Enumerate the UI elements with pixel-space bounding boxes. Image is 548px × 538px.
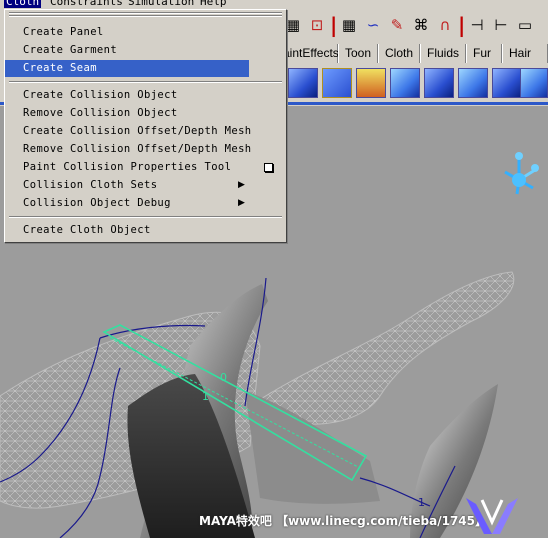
frame-in-icon[interactable]: ⊣: [466, 14, 488, 36]
menu-item-create-seam[interactable]: Create Seam: [5, 60, 249, 77]
horseshoe-magnet-icon[interactable]: ∩: [434, 14, 456, 36]
cloth-grid-shelf-icon[interactable]: [322, 68, 352, 98]
toolbar-separator: |: [458, 13, 466, 37]
tab-cloth[interactable]: Cloth: [378, 44, 420, 63]
status-line-toolbar: ▦ ⊡ | ▦ ∽ ✎ ⌘ ∩ | ⊣ ⊢ ▭: [280, 10, 548, 40]
frame-out-icon[interactable]: ⊢: [490, 14, 512, 36]
menu-tearoff[interactable]: [9, 12, 282, 14]
shelf-icons: [280, 64, 548, 102]
menu-item-collision-object-debug[interactable]: Collision Object Debug ▶: [5, 195, 286, 212]
cloth-shelf-icon[interactable]: [288, 68, 318, 98]
tab-fluids[interactable]: Fluids: [420, 44, 466, 63]
menu-tearoff[interactable]: [9, 15, 282, 17]
brush-icon[interactable]: ⌘: [410, 14, 432, 36]
tab-hair[interactable]: Hair: [502, 44, 548, 63]
cloth-dropdown-menu: Create Panel Create Garment Create Seam …: [4, 9, 287, 243]
grid-icon[interactable]: ▦: [338, 14, 360, 36]
tab-toon[interactable]: Toon: [338, 44, 378, 63]
menu-divider: [9, 216, 282, 218]
menu-item-paint-collision-tool[interactable]: Paint Collision Properties Tool: [5, 159, 286, 176]
menu-item-remove-collision-offset[interactable]: Remove Collision Offset/Depth Mesh: [5, 141, 286, 158]
cloth-panel-shelf-icon[interactable]: [390, 68, 420, 98]
cloth-seam-shelf-icon[interactable]: [424, 68, 454, 98]
view-axis-icon[interactable]: [504, 152, 539, 195]
menu-item-collision-cloth-sets[interactable]: Collision Cloth Sets ▶: [5, 177, 286, 194]
submenu-arrow-icon: ▶: [238, 198, 246, 208]
option-box-icon[interactable]: [264, 163, 273, 172]
seam-label-1: 1: [202, 390, 209, 403]
watermark-logo-icon: [466, 498, 518, 534]
s-curve-icon[interactable]: ∽: [362, 14, 384, 36]
menu-item-create-collision-offset[interactable]: Create Collision Offset/Depth Mesh: [5, 123, 286, 140]
menu-simulation[interactable]: Simulation: [128, 0, 194, 8]
magnet-red-icon[interactable]: ⊡: [306, 14, 328, 36]
cloth-gold-shelf-icon[interactable]: [356, 68, 386, 98]
menu-item-remove-collision-object[interactable]: Remove Collision Object: [5, 105, 286, 122]
menu-constraints[interactable]: Constraints: [50, 0, 123, 8]
watermark: MAYA特效吧 【www.linecg.com/tieba/1745】: [199, 514, 488, 528]
shelf-tabs: aintEffects Toon Cloth Fluids Fur Hair: [280, 42, 548, 65]
cloth-collision-shelf-icon[interactable]: [492, 68, 522, 98]
cloth-garment-shelf-icon[interactable]: [458, 68, 488, 98]
submenu-arrow-icon: ▶: [238, 180, 246, 190]
menu-cloth[interactable]: Cloth: [4, 0, 42, 8]
tab-fur[interactable]: Fur: [466, 44, 502, 63]
menu-item-create-cloth-object[interactable]: Create Cloth Object: [5, 222, 286, 239]
panel-label-1: 1: [418, 496, 425, 509]
tab-painteffects[interactable]: aintEffects: [280, 44, 339, 63]
wrench-icon[interactable]: ✎: [386, 14, 408, 36]
menu-help[interactable]: Help: [200, 0, 227, 8]
menu-item-create-panel[interactable]: Create Panel: [5, 24, 286, 41]
menu-item-create-collision-object[interactable]: Create Collision Object: [5, 87, 286, 104]
menubar: Cloth Constraints Simulation Help: [0, 0, 548, 9]
menu-item-create-garment[interactable]: Create Garment: [5, 42, 286, 59]
menu-divider: [9, 81, 282, 83]
seam-label-0: 0: [220, 371, 227, 384]
toolbar-separator: |: [330, 13, 338, 37]
frame-icon[interactable]: ▭: [514, 14, 536, 36]
cloth-solver-shelf-icon[interactable]: [520, 68, 548, 98]
